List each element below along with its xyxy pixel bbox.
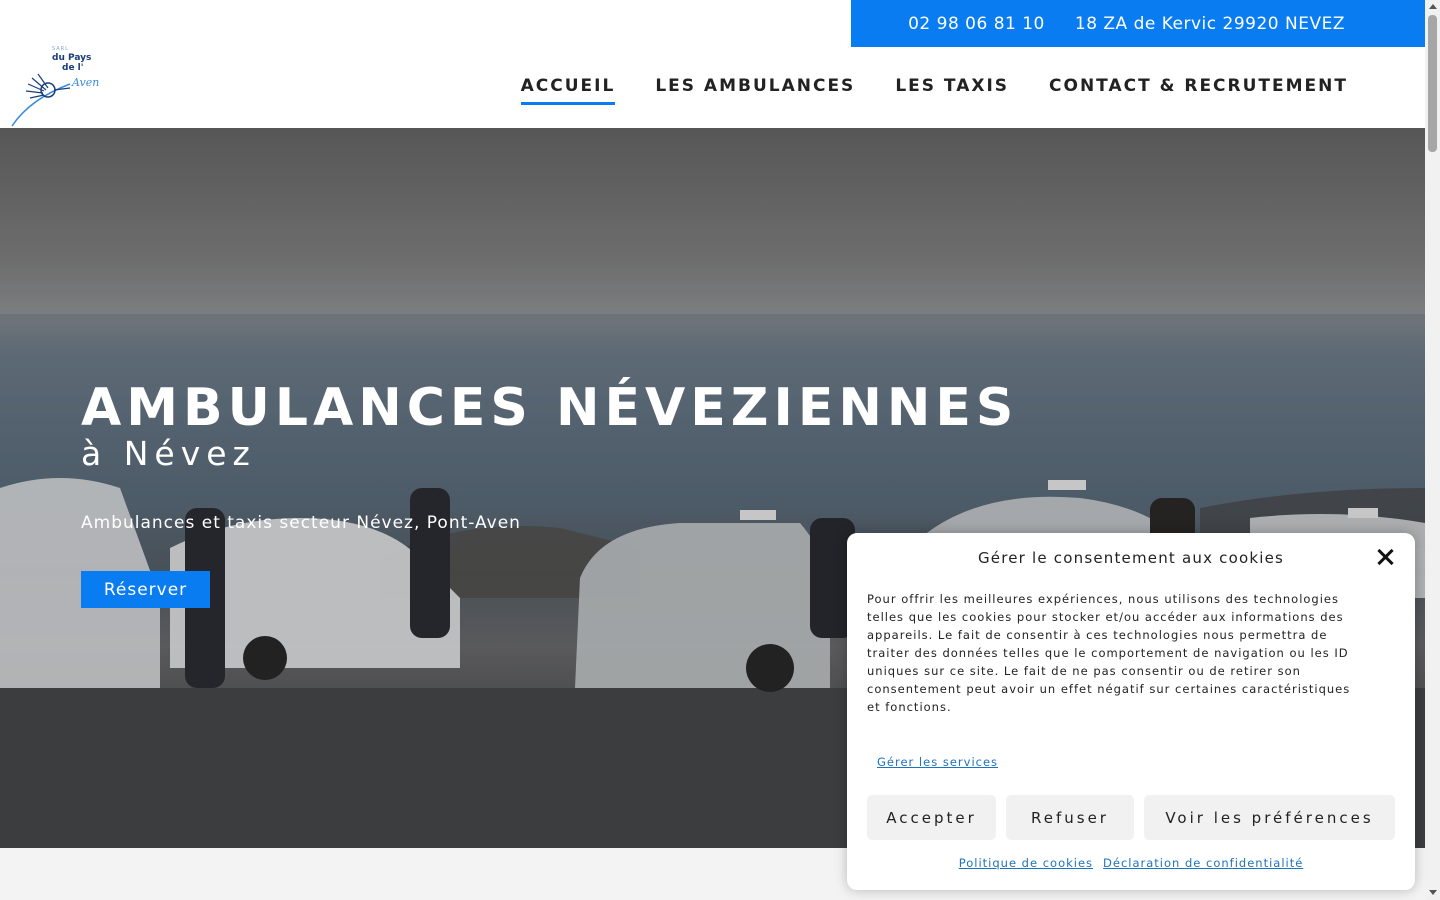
refuse-button[interactable]: Refuser [1006,795,1134,840]
main-nav: ACCUEIL LES AMBULANCES LES TAXIS CONTACT… [520,76,1348,105]
nav-item-contact[interactable]: CONTACT & RECRUTEMENT [1049,76,1348,105]
cookie-title: Gérer le consentement aux cookies [977,549,1285,567]
logo-line-2: de l' [62,63,84,73]
cookie-footer-links: Politique de cookies Déclaration de conf… [847,856,1415,870]
logo-sarl-text: SARL [52,46,69,52]
phone-number[interactable]: 02 98 06 81 10 [908,14,1045,34]
privacy-statement-link[interactable]: Déclaration de confidentialité [1103,856,1303,870]
close-icon[interactable] [1375,547,1395,567]
page-scrollbar[interactable] [1425,0,1440,900]
logo-line-1: du Pays [52,53,92,63]
nav-item-accueil[interactable]: ACCUEIL [520,76,616,105]
hero-subtitle: à Névez [81,434,256,473]
hero-title: AMBULANCES NÉVEZIENNES [81,378,1019,438]
hero-description: Ambulances et taxis secteur Névez, Pont-… [81,513,521,533]
cookie-consent-dialog: Gérer le consentement aux cookies Pour o… [847,533,1415,890]
contact-bar: 02 98 06 81 10 18 ZA de Kervic 29920 NEV… [851,0,1425,47]
cookie-description: Pour offrir les meilleures expériences, … [867,592,1351,714]
scroll-down-icon[interactable] [1429,890,1437,895]
reserve-button[interactable]: Réserver [81,571,210,608]
manage-services-link[interactable]: Gérer les services [877,755,998,769]
cookie-actions: Accepter Refuser Voir les préférences [867,795,1395,840]
site-logo[interactable]: SARL du Pays de l' Aven [10,44,105,128]
preferences-button[interactable]: Voir les préférences [1144,795,1395,840]
nav-item-taxis[interactable]: LES TAXIS [895,76,1009,105]
logo-line-3: Aven [72,76,100,89]
scroll-up-icon[interactable] [1429,4,1437,9]
cookie-policy-link[interactable]: Politique de cookies [959,856,1093,870]
nav-item-ambulances[interactable]: LES AMBULANCES [655,76,855,105]
scroll-thumb[interactable] [1428,15,1437,152]
address: 18 ZA de Kervic 29920 NEVEZ [1074,13,1345,34]
accept-button[interactable]: Accepter [867,795,996,840]
